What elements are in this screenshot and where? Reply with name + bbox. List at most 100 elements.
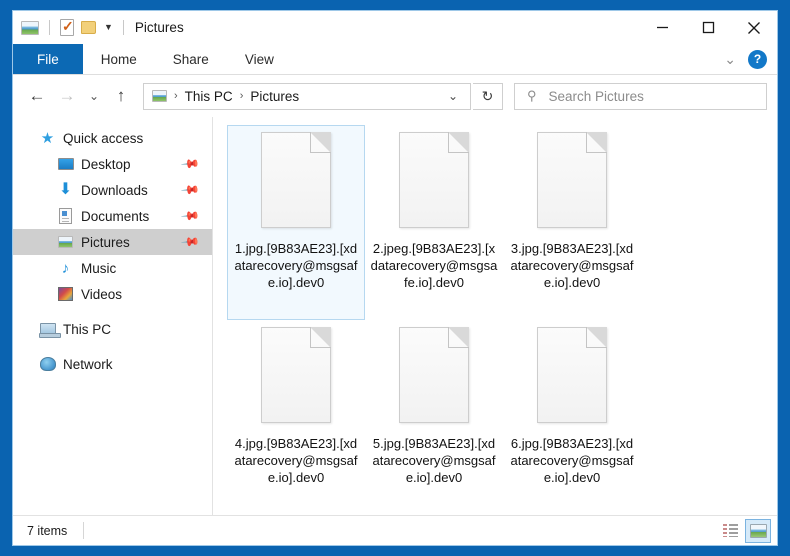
search-input[interactable]: Search Pictures xyxy=(549,89,644,104)
window-controls xyxy=(639,11,777,44)
checked-document-icon[interactable] xyxy=(60,18,74,36)
downloads-icon: ⬇ xyxy=(58,181,73,198)
address-bar-row: ← → ⌄ ↑ › This PC › Pictures ⌄ ↻ ⚲ Searc… xyxy=(13,75,777,117)
network-icon xyxy=(39,356,56,372)
breadcrumb-separator-1: › xyxy=(174,90,178,102)
maximize-icon xyxy=(702,21,714,34)
minimize-icon xyxy=(656,26,668,29)
breadcrumb-this-pc[interactable]: This PC xyxy=(185,89,233,104)
sidebar-label-videos: Videos xyxy=(81,286,123,302)
sidebar-label-music: Music xyxy=(81,260,117,276)
large-icons-view-button[interactable] xyxy=(745,518,771,543)
search-box[interactable]: ⚲ Search Pictures xyxy=(514,82,767,110)
file-name: 5.jpg.[9B83AE23].[xdatarecovery@msgsafe.… xyxy=(372,436,496,485)
close-button[interactable] xyxy=(731,11,777,44)
details-view-button[interactable] xyxy=(717,519,743,543)
pin-icon-documents[interactable]: 📌 xyxy=(180,206,200,226)
ribbon-tab-bar: File Home Share View ⌄ ? xyxy=(13,44,777,75)
quick-access-toolbar: ▼ xyxy=(21,18,127,36)
address-bar[interactable]: › This PC › Pictures ⌄ xyxy=(143,82,471,110)
sidebar-label-network: Network xyxy=(63,356,113,372)
help-button[interactable]: ? xyxy=(748,49,767,69)
blank-file-icon xyxy=(257,132,335,232)
pin-icon-downloads[interactable]: 📌 xyxy=(180,180,200,200)
sidebar-item-quick-access[interactable]: ★ Quick access xyxy=(13,125,212,151)
blank-file-icon xyxy=(257,327,335,427)
sidebar-label-documents: Documents xyxy=(81,208,150,224)
file-name: 2.jpeg.[9B83AE23].[xdatarecovery@msgsafe… xyxy=(370,241,498,290)
maximize-button[interactable] xyxy=(685,11,731,44)
blank-file-icon xyxy=(395,132,473,232)
file-item[interactable]: 6.jpg.[9B83AE23].[xdatarecovery@msgsafe.… xyxy=(503,320,641,515)
pin-icon-pictures[interactable]: 📌 xyxy=(180,232,200,252)
file-name: 6.jpg.[9B83AE23].[xdatarecovery@msgsafe.… xyxy=(510,436,634,485)
item-count: 7 items xyxy=(27,523,68,538)
refresh-button[interactable]: ↻ xyxy=(473,82,503,110)
blank-file-icon xyxy=(533,132,611,232)
sidebar-item-videos[interactable]: Videos xyxy=(13,281,212,307)
music-icon: ♪ xyxy=(61,259,70,277)
breadcrumb-pictures-icon xyxy=(152,90,167,102)
videos-icon xyxy=(57,286,74,302)
star-icon: ★ xyxy=(40,130,55,147)
file-explorer-window: ▼ Pictures xyxy=(12,10,778,546)
file-item[interactable]: 1.jpg.[9B83AE23].[xdatarecovery@msgsafe.… xyxy=(227,125,365,320)
sidebar-label-downloads: Downloads xyxy=(81,182,148,198)
file-list-pane[interactable]: 1.jpg.[9B83AE23].[xdatarecovery@msgsafe.… xyxy=(213,117,777,515)
file-grid: 1.jpg.[9B83AE23].[xdatarecovery@msgsafe.… xyxy=(227,125,771,515)
sidebar-label-pictures: Pictures xyxy=(81,234,130,250)
expand-ribbon-icon[interactable]: ⌄ xyxy=(724,51,736,68)
toolbar-divider-2 xyxy=(122,20,124,35)
tab-home[interactable]: Home xyxy=(83,44,155,74)
breadcrumb-separator-2: › xyxy=(239,90,244,102)
pin-icon-desktop[interactable]: 📌 xyxy=(180,154,200,174)
documents-icon xyxy=(57,208,74,224)
search-icon: ⚲ xyxy=(527,88,537,103)
sidebar-item-pictures[interactable]: Pictures 📌 xyxy=(13,229,212,255)
up-button[interactable]: ↑ xyxy=(107,82,135,110)
window-title: Pictures xyxy=(134,20,184,35)
desktop-icon xyxy=(57,156,74,172)
large-icons-view-icon xyxy=(749,523,767,538)
explorer-body: pcrisk.com ★ Quick access Desktop 📌 ⬇ Do… xyxy=(13,117,777,515)
sidebar-item-documents[interactable]: Documents 📌 xyxy=(13,203,212,229)
folder-icon[interactable] xyxy=(81,21,96,34)
pictures-folder-icon xyxy=(21,20,39,35)
breadcrumb-pictures[interactable]: Pictures xyxy=(250,89,299,104)
sidebar-label-this-pc: This PC xyxy=(63,321,112,337)
file-name: 4.jpg.[9B83AE23].[xdatarecovery@msgsafe.… xyxy=(234,436,358,485)
file-item[interactable]: 2.jpeg.[9B83AE23].[xdatarecovery@msgsafe… xyxy=(365,125,503,320)
details-view-icon xyxy=(722,524,738,537)
sidebar-item-downloads[interactable]: ⬇ Downloads 📌 xyxy=(13,177,212,203)
chevron-down-icon[interactable]: ▼ xyxy=(104,23,113,32)
sidebar-label-desktop: Desktop xyxy=(81,156,131,172)
address-dropdown-icon[interactable]: ⌄ xyxy=(438,89,468,103)
status-bar: 7 items xyxy=(13,515,777,545)
pictures-icon xyxy=(57,234,74,250)
file-item[interactable]: 4.jpg.[9B83AE23].[xdatarecovery@msgsafe.… xyxy=(227,320,365,515)
close-icon xyxy=(748,21,760,34)
sidebar-item-music[interactable]: ♪ Music xyxy=(13,255,212,281)
toolbar-divider xyxy=(49,20,50,35)
sidebar-item-desktop[interactable]: Desktop 📌 xyxy=(13,151,212,177)
tab-view[interactable]: View xyxy=(227,44,292,74)
this-pc-icon xyxy=(38,321,61,338)
file-item[interactable]: 3.jpg.[9B83AE23].[xdatarecovery@msgsafe.… xyxy=(503,125,641,320)
sidebar-item-network[interactable]: Network xyxy=(13,351,212,377)
forward-button[interactable]: → xyxy=(53,82,81,110)
tab-share[interactable]: Share xyxy=(155,44,227,74)
navigation-pane: ★ Quick access Desktop 📌 ⬇ Downloads 📌 D… xyxy=(13,117,213,515)
blank-file-icon xyxy=(395,327,473,427)
ribbon-right-controls: ⌄ ? xyxy=(724,44,777,74)
sidebar-item-this-pc[interactable]: This PC xyxy=(13,316,212,342)
recent-locations-button[interactable]: ⌄ xyxy=(83,82,105,110)
sidebar-label-quick-access: Quick access xyxy=(63,130,144,146)
file-name: 3.jpg.[9B83AE23].[xdatarecovery@msgsafe.… xyxy=(510,241,634,290)
file-item[interactable]: 5.jpg.[9B83AE23].[xdatarecovery@msgsafe.… xyxy=(365,320,503,515)
file-name: 1.jpg.[9B83AE23].[xdatarecovery@msgsafe.… xyxy=(234,241,358,290)
title-bar: ▼ Pictures xyxy=(13,11,777,44)
back-button[interactable]: ← xyxy=(23,82,51,110)
view-toggle-group xyxy=(717,518,771,543)
tab-file[interactable]: File xyxy=(13,44,83,74)
minimize-button[interactable] xyxy=(639,11,685,44)
